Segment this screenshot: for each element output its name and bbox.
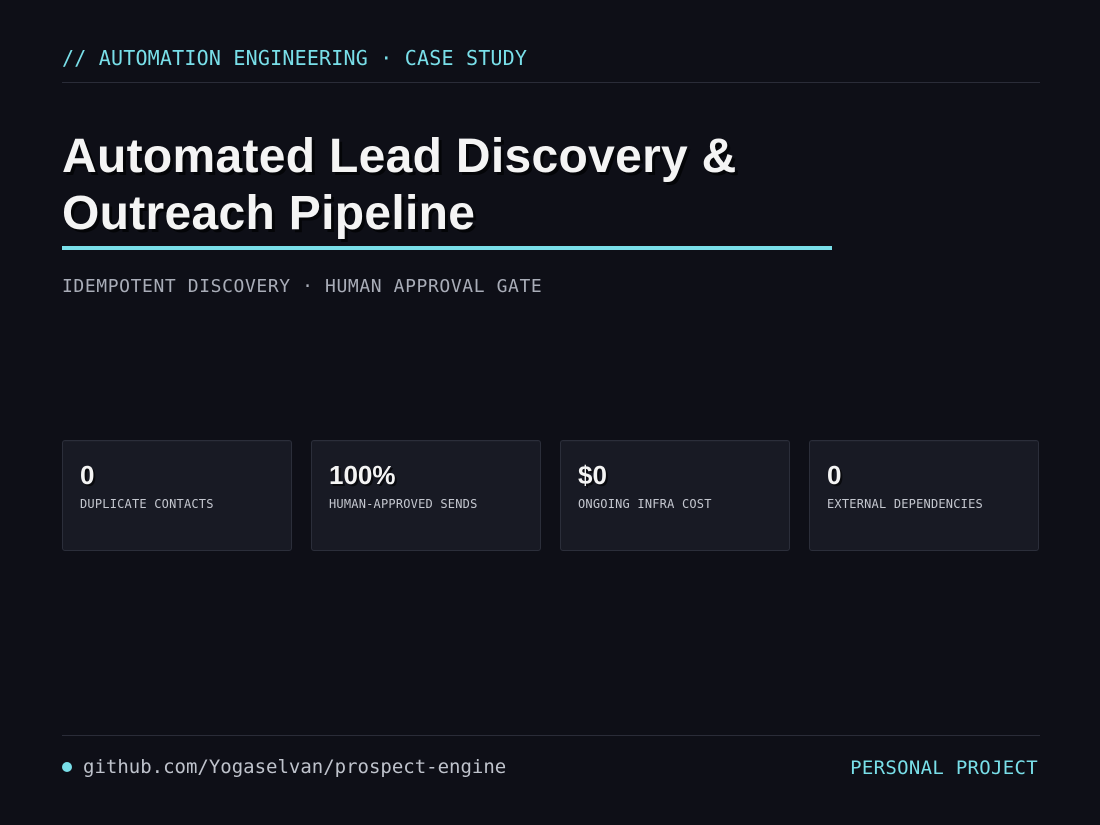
stat-label: EXTERNAL DEPENDENCIES xyxy=(827,497,983,511)
stat-value: 0 xyxy=(827,460,842,490)
page-title: Automated Lead Discovery & Outreach Pipe… xyxy=(62,128,832,242)
title-block: Automated Lead Discovery & Outreach Pipe… xyxy=(62,128,832,250)
stat-value: $0 xyxy=(578,460,607,490)
repo-link[interactable]: github.com/Yogaselvan/prospect-engine xyxy=(83,756,506,778)
stat-card-external-dependencies: 0 EXTERNAL DEPENDENCIES xyxy=(809,440,1039,551)
project-type-badge: PERSONAL PROJECT xyxy=(850,757,1038,779)
title-line-1: Automated Lead Discovery & xyxy=(62,130,737,183)
stat-card-infra-cost: $0 ONGOING INFRA COST xyxy=(560,440,790,551)
stat-label: ONGOING INFRA COST xyxy=(578,497,712,511)
top-divider xyxy=(62,82,1040,83)
stat-label: DUPLICATE CONTACTS xyxy=(80,497,214,511)
title-line-2: Outreach Pipeline xyxy=(62,187,476,240)
stat-label: HUMAN-APPROVED SENDS xyxy=(329,497,478,511)
stat-card-duplicate-contacts: 0 DUPLICATE CONTACTS xyxy=(62,440,292,551)
stats-row: 0 DUPLICATE CONTACTS 100% HUMAN-APPROVED… xyxy=(62,440,1040,551)
stat-value: 100% xyxy=(329,460,396,490)
section-kicker: // AUTOMATION ENGINEERING · CASE STUDY xyxy=(62,46,528,70)
status-dot-icon xyxy=(62,762,72,772)
page-subtitle: IDEMPOTENT DISCOVERY · HUMAN APPROVAL GA… xyxy=(62,276,543,297)
stat-value: 0 xyxy=(80,460,95,490)
bottom-divider xyxy=(62,735,1040,736)
stat-card-human-approved-sends: 100% HUMAN-APPROVED SENDS xyxy=(311,440,541,551)
case-study-slide: // AUTOMATION ENGINEERING · CASE STUDY A… xyxy=(0,0,1100,825)
repo-link-group: github.com/Yogaselvan/prospect-engine xyxy=(62,756,506,778)
